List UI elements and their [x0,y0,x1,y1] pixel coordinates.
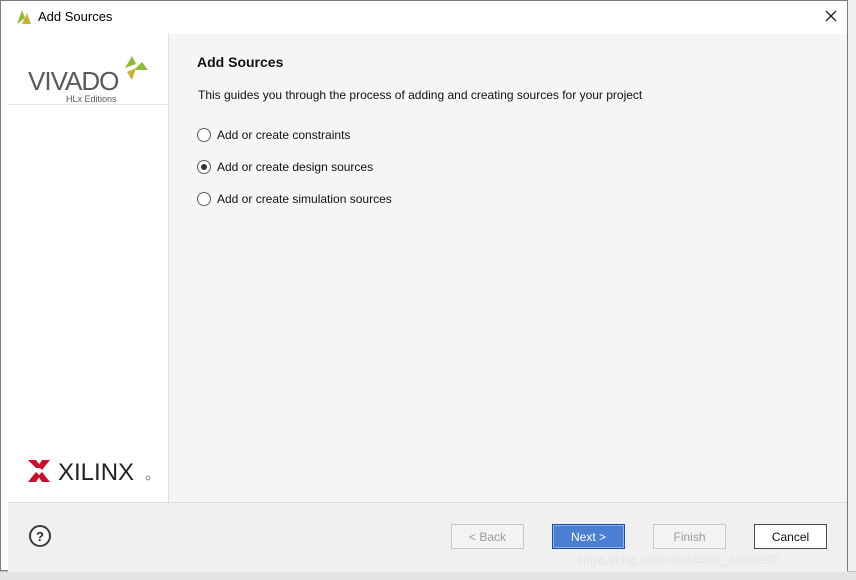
window-title: Add Sources [38,9,113,24]
radio-constraints[interactable] [197,128,211,142]
option-constraints[interactable]: Add or create constraints [197,128,350,142]
radio-simulation-sources[interactable] [197,192,211,206]
option-label: Add or create constraints [217,128,351,142]
page-title: Add Sources [197,54,284,70]
svg-text:VIVADO: VIVADO [28,66,118,96]
radio-design-sources[interactable] [197,160,211,174]
vivado-logo: VIVADO HLx Editions [28,56,148,104]
page-description: This guides you through the process of a… [198,88,643,102]
finish-button[interactable]: Finish [653,524,726,549]
option-design-sources[interactable]: Add or create design sources [197,160,373,174]
option-label: Add or create simulation sources [217,192,392,206]
option-simulation-sources[interactable]: Add or create simulation sources [197,192,392,206]
cancel-button[interactable]: Cancel [754,524,827,549]
next-button[interactable]: Next > [552,524,625,549]
close-icon [825,10,837,22]
close-button[interactable] [815,1,847,31]
watermark-text: https://blog.csdn.net/weixin_44304451 [578,553,783,567]
side-panel: VIVADO HLx Editions XILINX [8,34,169,502]
xilinx-logo: XILINX [28,459,151,484]
svg-text:HLx Editions: HLx Editions [66,94,117,104]
option-label: Add or create design sources [217,160,374,174]
main-content: Add Sources This guides you through the … [169,34,847,502]
help-button[interactable]: ? [29,525,51,547]
title-bar[interactable]: Add Sources [1,1,847,33]
side-panel-divider [8,104,168,105]
vivado-app-icon [17,10,31,24]
back-button[interactable]: < Back [451,524,524,549]
add-sources-dialog: Add Sources VIVADO HLx Editions XILINX A… [0,0,848,572]
svg-text:XILINX: XILINX [58,459,134,484]
